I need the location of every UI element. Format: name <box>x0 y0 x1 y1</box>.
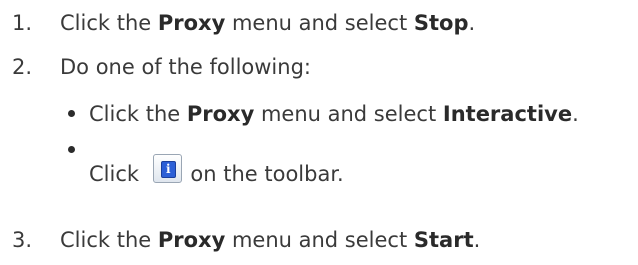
menu-name: Proxy <box>157 11 226 35</box>
option-text: . <box>572 102 579 126</box>
procedure-steps: 1. Click the Proxy menu and select Stop. … <box>0 0 638 265</box>
step-2: 2. Do one of the following: <box>12 54 311 80</box>
option-text: Click <box>89 162 146 186</box>
step-number: 1. <box>12 11 33 35</box>
interactive-info-icon: i <box>152 154 182 183</box>
step-text: menu and select <box>225 228 414 252</box>
step-text: . <box>468 11 476 35</box>
menu-name: Proxy <box>186 102 255 126</box>
info-glyph-icon: i <box>160 161 176 178</box>
option-text: menu and select <box>254 102 443 126</box>
step-text: Click the <box>60 228 158 252</box>
menu-item-name: Interactive <box>442 102 573 126</box>
menu-name: Proxy <box>157 228 226 252</box>
step-number: 2. <box>12 55 33 79</box>
step-1: 1. Click the Proxy menu and select Stop. <box>12 10 475 36</box>
step-text: Do one of the following: <box>60 55 311 79</box>
menu-item-name: Stop <box>413 11 469 35</box>
option-text: Click the <box>89 102 187 126</box>
step-text: menu and select <box>225 11 414 35</box>
step-text: . <box>473 228 481 252</box>
menu-item-name: Start <box>413 228 474 252</box>
option-1: Click the Proxy menu and select Interact… <box>68 101 579 127</box>
step-text: Click the <box>60 11 158 35</box>
option-text-wrap: Click i on the toolbar. <box>89 154 344 187</box>
option-text: on the toolbar. <box>183 162 344 186</box>
step-number: 3. <box>12 228 33 252</box>
bullet-icon <box>68 146 75 153</box>
step-3: 3. Click the Proxy menu and select Start. <box>12 227 480 253</box>
bullet-icon <box>68 109 75 117</box>
